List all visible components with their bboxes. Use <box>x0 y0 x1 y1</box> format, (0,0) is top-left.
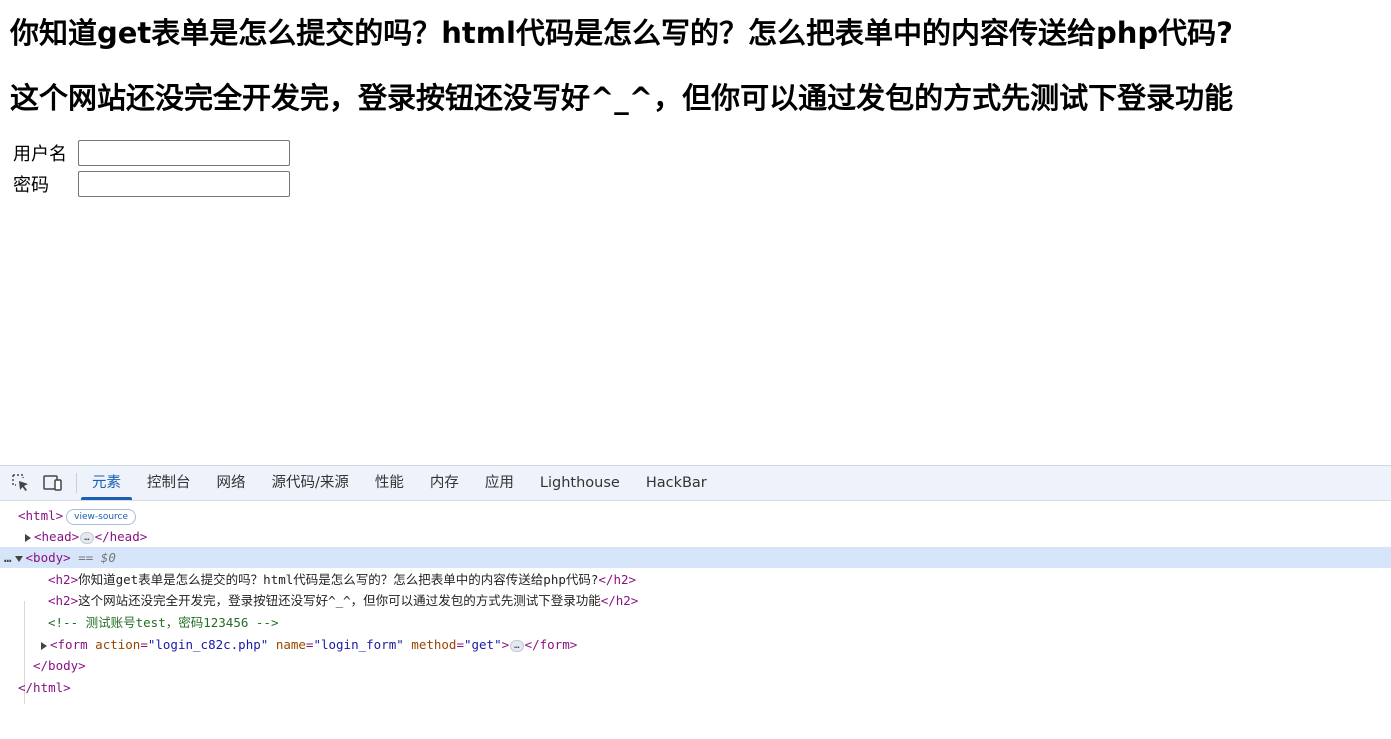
form-name-attr: name <box>275 637 306 652</box>
html-comment: <!-- 测试账号test，密码123456 --> <box>48 615 279 630</box>
h2-open-tag: <h2> <box>48 572 79 587</box>
form-close-tag: </form> <box>524 637 578 652</box>
form-tag-end: > <box>501 637 510 652</box>
tree-node-body-close[interactable]: </body> <box>0 655 1391 676</box>
page-heading-2: 这个网站还没完全开发完，登录按钮还没写好^_^，但你可以通过发包的方式先测试下登… <box>10 81 1234 115</box>
tree-node-comment[interactable]: <!-- 测试账号test，密码123456 --> <box>0 612 1391 633</box>
tab-lighthouse[interactable]: Lighthouse <box>527 466 633 500</box>
login-form-username-row: 用户名 <box>13 140 290 166</box>
form-method-value: "get" <box>463 637 502 652</box>
collapsed-content-badge[interactable]: … <box>510 639 524 652</box>
form-action-value: "login_c82c.php" <box>147 637 269 652</box>
tree-node-h2-2[interactable]: <h2>这个网站还没完全开发完，登录按钮还没写好^_^，但你可以通过发包的方式先… <box>0 590 1391 611</box>
h2-close-tag: </h2> <box>600 593 639 608</box>
device-toolbar-icon[interactable] <box>42 472 64 494</box>
tab-application[interactable]: 应用 <box>472 466 527 500</box>
view-source-badge[interactable]: view-source <box>66 508 137 525</box>
tab-console[interactable]: 控制台 <box>134 466 204 500</box>
web-page: 你知道get表单是怎么提交的吗？html代码是怎么写的？怎么把表单中的内容传送给… <box>0 0 1391 465</box>
page-heading-1: 你知道get表单是怎么提交的吗？html代码是怎么写的？怎么把表单中的内容传送给… <box>10 16 1233 50</box>
password-label: 密码 <box>13 175 49 196</box>
h2-text: 你知道get表单是怎么提交的吗？html代码是怎么写的？怎么把表单中的内容传送给… <box>78 572 599 587</box>
form-name-value: "login_form" <box>313 637 404 652</box>
tree-node-h2-1[interactable]: <h2>你知道get表单是怎么提交的吗？html代码是怎么写的？怎么把表单中的内… <box>0 569 1391 590</box>
password-input[interactable] <box>78 171 290 197</box>
collapse-arrow-icon[interactable] <box>14 555 23 562</box>
console-ref: == $0 <box>78 550 116 565</box>
inspect-element-icon[interactable] <box>10 472 32 494</box>
more-actions-icon[interactable]: … <box>4 550 11 565</box>
toolbar-divider <box>76 473 77 493</box>
tree-node-html[interactable]: <html> view-source <box>0 505 1391 526</box>
expand-arrow-icon[interactable] <box>25 533 31 542</box>
form-method-attr: method <box>411 637 457 652</box>
tree-node-head[interactable]: <head>… </head> <box>0 526 1391 547</box>
tab-network[interactable]: 网络 <box>204 466 259 500</box>
tree-node-body[interactable]: … <body> == $0 <box>0 547 1391 568</box>
login-form-password-row: 密码 <box>13 171 290 197</box>
expand-arrow-icon[interactable] <box>41 641 47 650</box>
devtools-panel: 元素 控制台 网络 源代码/来源 性能 内存 应用 Lighthouse Hac… <box>0 465 1391 739</box>
head-close-tag: </head> <box>94 529 148 544</box>
username-input[interactable] <box>78 140 290 166</box>
form-open-tag: <form <box>50 637 88 652</box>
tree-node-html-close[interactable]: </html> <box>0 677 1391 698</box>
html-open-tag: <html> <box>18 508 64 523</box>
tab-elements[interactable]: 元素 <box>79 466 134 500</box>
html-close-tag: </html> <box>18 680 71 695</box>
tab-sources[interactable]: 源代码/来源 <box>259 466 362 500</box>
body-open-tag: <body> <box>25 550 71 565</box>
tab-memory[interactable]: 内存 <box>417 466 472 500</box>
tab-performance[interactable]: 性能 <box>362 466 417 500</box>
h2-open-tag: <h2> <box>48 593 79 608</box>
tab-hackbar[interactable]: HackBar <box>633 466 720 500</box>
form-action-attr: action <box>95 637 141 652</box>
collapsed-content-badge[interactable]: … <box>80 531 94 544</box>
tree-node-form[interactable]: <form action="login_c82c.php" name="logi… <box>0 634 1391 655</box>
h2-text: 这个网站还没完全开发完，登录按钮还没写好^_^，但你可以通过发包的方式先测试下登… <box>78 593 601 608</box>
username-label: 用户名 <box>13 144 67 165</box>
devtools-tabbar: 元素 控制台 网络 源代码/来源 性能 内存 应用 Lighthouse Hac… <box>0 466 1391 501</box>
head-open-tag: <head> <box>34 529 80 544</box>
body-close-tag: </body> <box>33 658 86 673</box>
h2-close-tag: </h2> <box>598 572 637 587</box>
